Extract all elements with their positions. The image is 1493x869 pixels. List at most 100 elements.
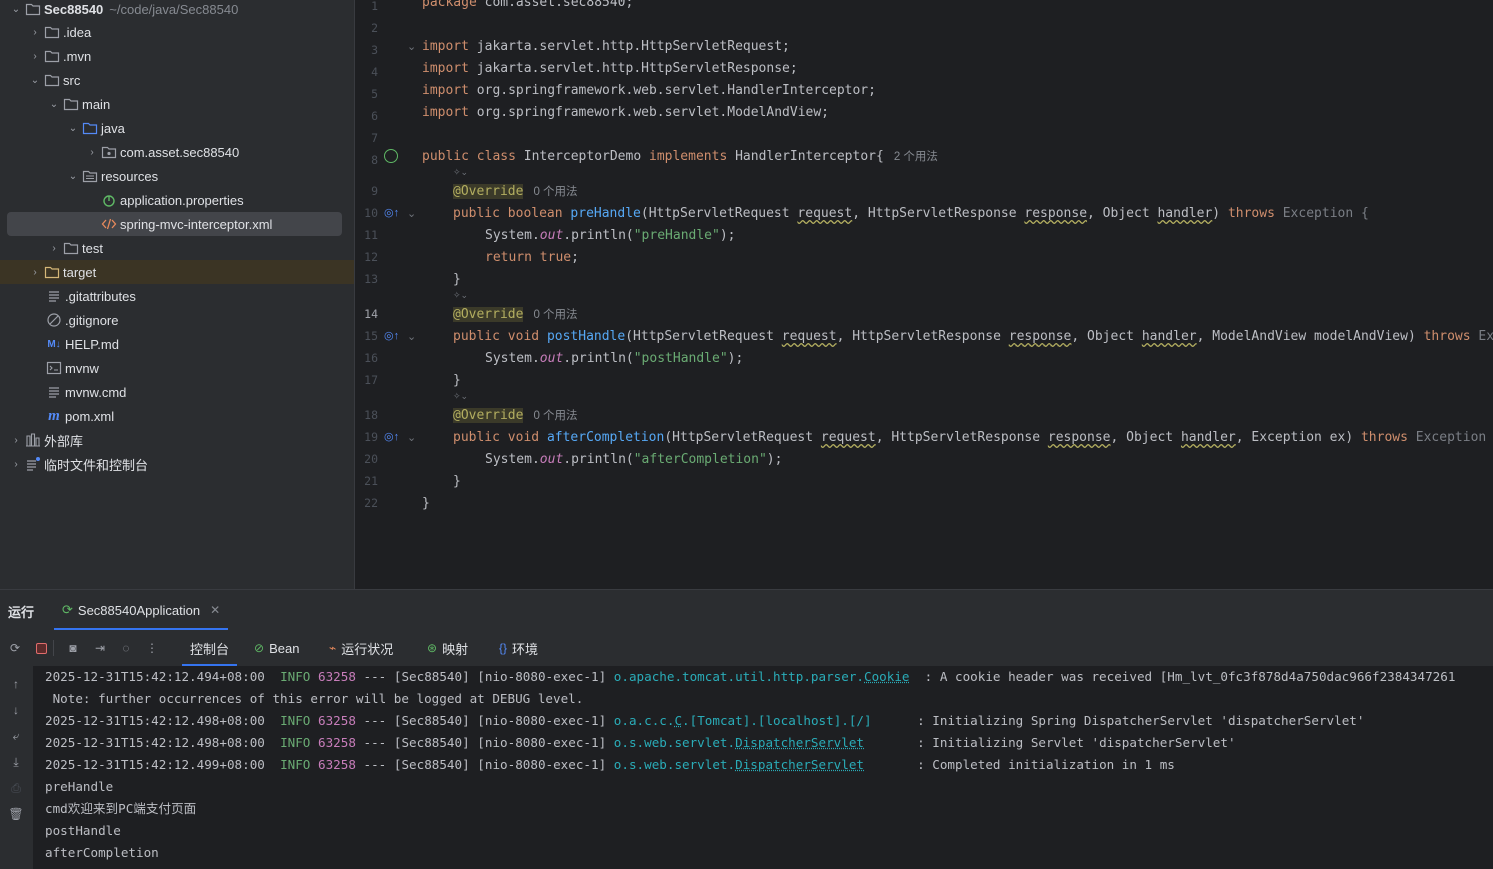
chevron-down-icon[interactable]: ⌄ (46, 96, 62, 112)
tree-node-test[interactable]: › test (0, 236, 354, 260)
logger-link[interactable]: o.s.web.servlet.DispatcherServlet (614, 735, 864, 750)
dump-threads-icon[interactable]: ◌ (118, 640, 134, 656)
camera-icon[interactable]: ◙ (65, 640, 81, 656)
stop-icon[interactable] (33, 640, 49, 656)
tree-node-main[interactable]: ⌄ main (0, 92, 354, 116)
soft-wrap-icon[interactable]: ⤶ (8, 728, 24, 744)
arrow-down-icon[interactable]: ↓ (8, 702, 24, 718)
chevron-down-icon[interactable]: ⌄ (65, 168, 81, 184)
tab-bean[interactable]: ⊘ Bean (254, 630, 299, 666)
line-number[interactable]: 4 (354, 65, 378, 79)
logger-link[interactable]: o.a.c.c.C.[Tomcat].[localhost].[/] (614, 713, 872, 728)
print-icon[interactable]: ⎙ (8, 780, 24, 796)
line-number[interactable]: 1 (354, 0, 378, 13)
tab-environment[interactable]: {} 环境 (499, 630, 538, 666)
run-config-tab[interactable]: ⟳ Sec88540Application ✕ (54, 590, 229, 630)
line-number[interactable]: 21 (354, 474, 378, 488)
usages-hint[interactable]: 2 个用法 (894, 151, 938, 163)
tree-node-help-md[interactable]: M↓ HELP.md (0, 332, 354, 356)
tree-node-spring-mvc-interceptor[interactable]: spring-mvc-interceptor.xml (7, 212, 342, 236)
ai-fold-icon[interactable]: ✧⌄ (453, 392, 468, 402)
tab-console[interactable]: 控制台 (182, 630, 238, 666)
line-number[interactable]: 6 (354, 109, 378, 123)
ai-fold-icon[interactable]: ✧⌄ (453, 291, 468, 301)
fold-chevron-icon[interactable]: ⌄ (407, 40, 416, 53)
tree-node-package[interactable]: › com.asset.sec88540 (0, 140, 354, 164)
tree-node-scratches[interactable]: › 临时文件和控制台 (0, 452, 354, 476)
tree-node-target[interactable]: › target (0, 260, 354, 284)
code-line-4: import jakarta.servlet.http.HttpServletR… (422, 61, 798, 76)
tree-node-mvnw[interactable]: mvnw (0, 356, 354, 380)
usages-hint[interactable]: 0 个用法 (533, 186, 577, 198)
tree-node-gitignore[interactable]: .gitignore (0, 308, 354, 332)
tab-mappings[interactable]: ⊛ 映射 (427, 630, 468, 666)
tree-node-resources[interactable]: ⌄ resources (0, 164, 354, 188)
implements-method-icon[interactable]: ◎↑ (384, 430, 399, 443)
run-toolbar: ⟳ ◙ ⇥ ◌ ⋮ 控制台 ⊘ Bean ⌁ 运行状况 ⊛ 映射 {} 环境 (0, 630, 1493, 666)
tree-node-idea[interactable]: › .idea (0, 20, 354, 44)
environment-icon: {} (499, 641, 508, 655)
chevron-right-icon[interactable]: › (27, 48, 43, 64)
line-number[interactable]: 3 (354, 43, 378, 57)
code-editor[interactable]: package com.asset.sec88540; import jakar… (420, 0, 1493, 589)
line-number[interactable]: 14 (354, 307, 378, 321)
console-output[interactable]: 2025-12-31T15:42:12.494+08:00 INFO 63258… (45, 666, 1493, 869)
chevron-down-icon[interactable]: ⌄ (27, 72, 43, 88)
fold-chevron-icon[interactable]: ⌄ (407, 431, 416, 444)
tree-node-gitattributes[interactable]: .gitattributes (0, 284, 354, 308)
tree-node-src[interactable]: ⌄ src (0, 68, 354, 92)
line-number[interactable]: 8 (354, 153, 378, 167)
rerun-icon[interactable]: ⟳ (7, 640, 23, 656)
chevron-right-icon[interactable]: › (27, 24, 43, 40)
close-icon[interactable]: ✕ (210, 603, 220, 617)
ai-fold-icon[interactable]: ✧⌄ (453, 168, 468, 178)
chevron-right-icon[interactable]: › (84, 144, 100, 160)
tree-node-external-libraries[interactable]: › 外部库 (0, 428, 354, 452)
chevron-right-icon[interactable]: › (46, 240, 62, 256)
line-number[interactable]: 11 (354, 228, 378, 242)
chevron-right-icon[interactable]: › (27, 264, 43, 280)
line-number[interactable]: 18 (354, 408, 378, 422)
implements-method-icon[interactable]: ◎↑ (384, 206, 399, 219)
run-config-label: Sec88540Application (77, 602, 201, 618)
chevron-down-icon[interactable]: ⌄ (65, 120, 81, 136)
tree-node-java[interactable]: ⌄ java (0, 116, 354, 140)
line-number[interactable]: 2 (354, 21, 378, 35)
tree-node-pom-xml[interactable]: m pom.xml (0, 404, 354, 428)
tree-node-mvnw-cmd[interactable]: mvnw.cmd (0, 380, 354, 404)
chevron-down-icon[interactable]: ⌄ (8, 1, 24, 17)
line-number[interactable]: 22 (354, 496, 378, 510)
fold-chevron-icon[interactable]: ⌄ (407, 207, 416, 220)
trash-icon[interactable]: 🗑 (8, 806, 24, 822)
line-number[interactable]: 9 (354, 184, 378, 198)
arrow-up-icon[interactable]: ↑ (8, 676, 24, 692)
logger-link[interactable]: o.apache.tomcat.util.http.parser.Cookie (614, 669, 910, 684)
line-number[interactable]: 13 (354, 272, 378, 286)
line-number[interactable]: 5 (354, 87, 378, 101)
chevron-right-icon[interactable]: › (8, 456, 24, 472)
chevron-right-icon[interactable]: › (8, 432, 24, 448)
line-number[interactable]: 17 (354, 373, 378, 387)
line-number[interactable]: 12 (354, 250, 378, 264)
tree-node-root[interactable]: ⌄ Sec88540 ~/code/java/Sec88540 (0, 0, 354, 21)
scroll-to-end-icon[interactable]: ⤓ (8, 754, 24, 770)
usages-hint[interactable]: 0 个用法 (533, 309, 577, 321)
spring-bean-icon[interactable] (384, 149, 398, 163)
line-number[interactable]: 16 (354, 351, 378, 365)
tree-node-mvn[interactable]: › .mvn (0, 44, 354, 68)
line-number[interactable]: 10 (354, 206, 378, 220)
logger-link[interactable]: o.s.web.servlet.DispatcherServlet (614, 757, 864, 772)
tree-node-application-properties[interactable]: application.properties (0, 188, 354, 212)
line-number[interactable]: 7 (354, 131, 378, 145)
exit-icon[interactable]: ⇥ (92, 640, 108, 656)
line-number[interactable]: 15 (354, 329, 378, 343)
tab-health[interactable]: ⌁ 运行状况 (329, 630, 393, 666)
line-number[interactable]: 19 (354, 430, 378, 444)
tab-label: 运行状况 (341, 641, 394, 657)
usages-hint[interactable]: 0 个用法 (533, 410, 577, 422)
implements-method-icon[interactable]: ◎↑ (384, 329, 399, 342)
fold-chevron-icon[interactable]: ⌄ (407, 330, 416, 343)
library-icon (25, 432, 41, 448)
line-number[interactable]: 20 (354, 452, 378, 466)
more-icon[interactable]: ⋮ (144, 640, 160, 656)
